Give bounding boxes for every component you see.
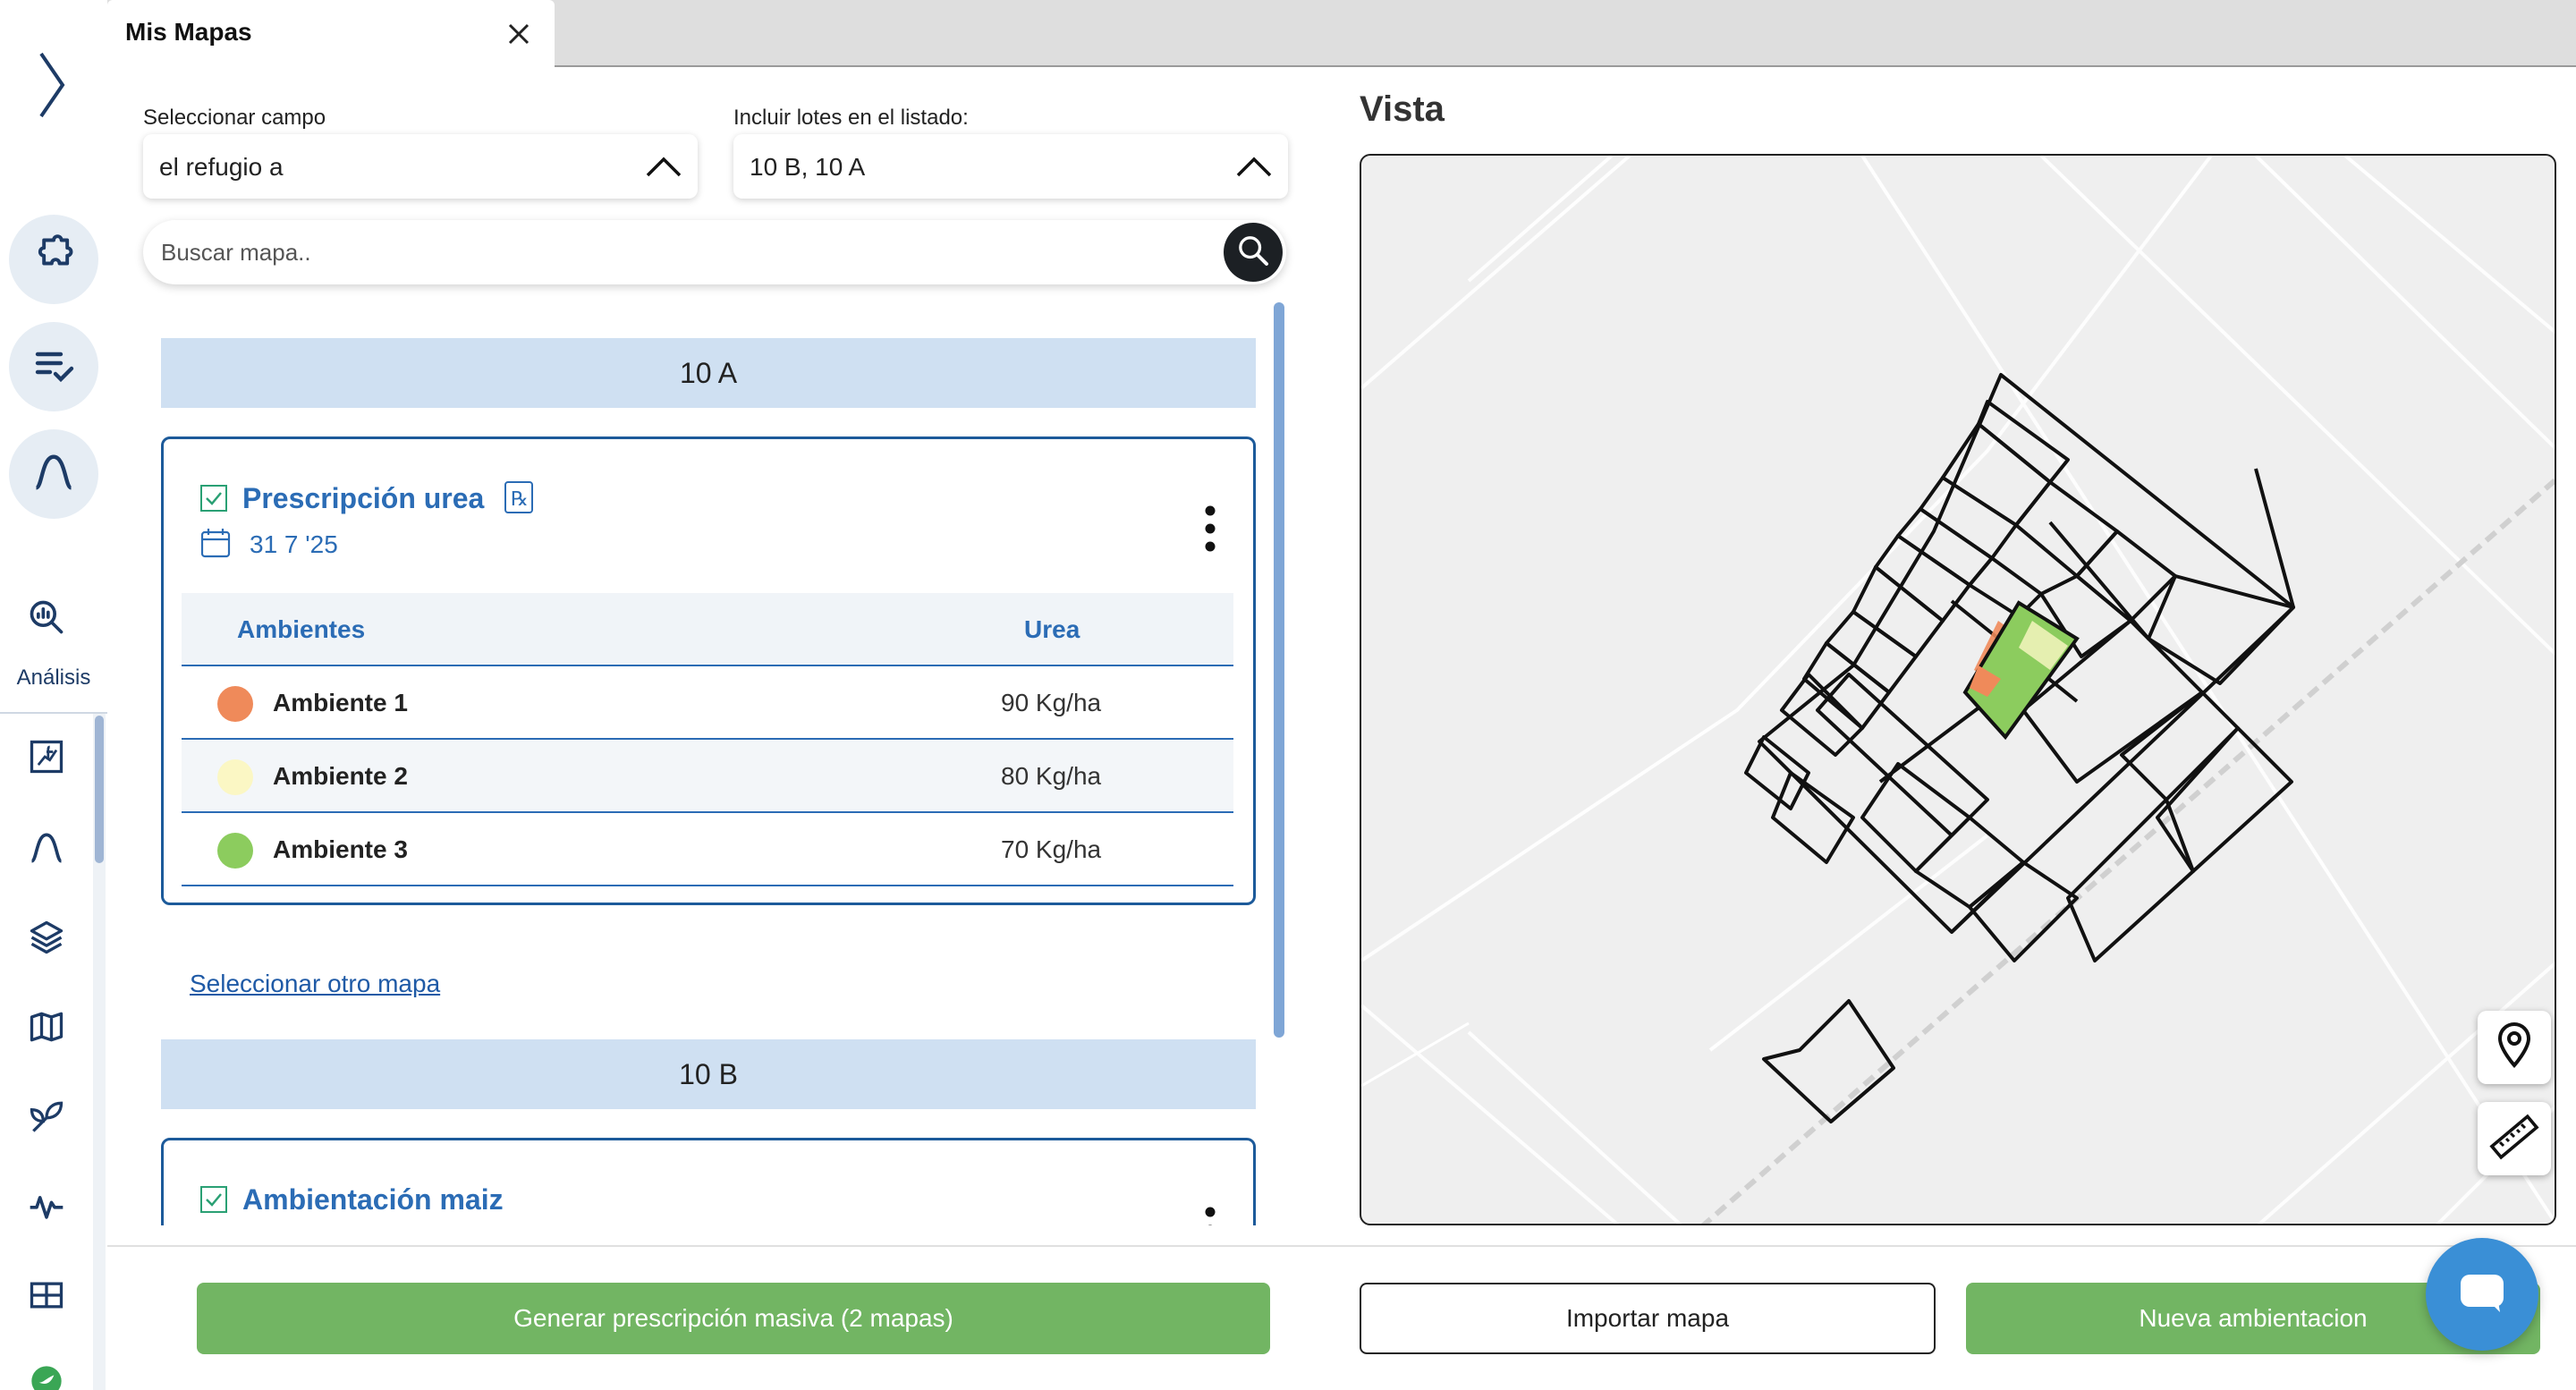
map-card[interactable]: Prescripción urea ℞ 31 7 '25 Ambientes U… — [161, 436, 1256, 905]
lotes-select[interactable]: 10 B, 10 A — [733, 134, 1288, 199]
analysis-icon[interactable] — [25, 596, 68, 639]
checklist-icon — [32, 343, 75, 391]
sidebar: Análisis — [0, 0, 107, 1390]
list-scrollbar-thumb[interactable] — [1274, 302, 1284, 1038]
row-value: 80 Kg/ha — [1001, 762, 1102, 790]
calendar-icon — [199, 527, 232, 559]
group-header-10a: 10 A — [161, 338, 1256, 408]
table-row: Ambiente 1 90 Kg/ha — [182, 666, 1233, 740]
map-card[interactable]: Ambientación maiz — [161, 1138, 1256, 1225]
grid-icon[interactable] — [25, 1274, 68, 1317]
tab-mis-mapas[interactable]: Mis Mapas — [107, 0, 555, 67]
ruler-icon — [2489, 1112, 2539, 1166]
chevron-up-icon — [644, 148, 683, 184]
campo-select[interactable]: el refugio a — [143, 134, 698, 199]
group-header-10b: 10 B — [161, 1039, 1256, 1109]
close-icon[interactable] — [501, 16, 537, 52]
table-header: Ambientes Urea — [182, 593, 1233, 666]
checkbox[interactable] — [199, 484, 228, 513]
chat-button[interactable] — [2426, 1238, 2538, 1351]
curve-icon[interactable] — [25, 826, 68, 869]
search-bar — [143, 220, 1286, 284]
row-name: Ambiente 1 — [273, 689, 408, 716]
chevron-up-icon — [1234, 148, 1274, 184]
chart-fx-icon[interactable] — [25, 735, 68, 778]
sidebar-item-curve[interactable] — [9, 429, 98, 519]
prescription-icon: ℞ — [502, 480, 536, 514]
analysis-label[interactable]: Análisis — [0, 665, 107, 691]
lotes-value: 10 B, 10 A — [750, 153, 866, 181]
more-options-icon[interactable] — [1201, 504, 1219, 554]
svg-text:℞: ℞ — [511, 487, 529, 510]
tab-title: Mis Mapas — [125, 18, 252, 46]
curve-icon — [30, 449, 77, 500]
column-header-ambientes: Ambientes — [237, 615, 366, 643]
puzzle-icon — [30, 233, 77, 285]
row-name: Ambiente 3 — [273, 835, 408, 863]
lotes-label: Incluir lotes en el listado: — [733, 106, 969, 130]
generate-prescription-button[interactable]: Generar prescripción masiva (2 mapas) — [197, 1283, 1270, 1354]
pulse-icon[interactable] — [25, 1184, 68, 1227]
plant-icon[interactable] — [25, 1095, 68, 1138]
map-title[interactable]: Ambientación maiz — [242, 1183, 504, 1216]
column-header-urea: Urea — [1024, 615, 1080, 643]
search-icon — [1235, 233, 1271, 273]
logo-icon[interactable] — [25, 1360, 68, 1390]
map-canvas — [1361, 156, 2555, 1224]
map-icon[interactable] — [25, 1005, 68, 1048]
table-row: Ambiente 3 70 Kg/ha — [182, 813, 1233, 886]
campo-label: Seleccionar campo — [143, 106, 326, 130]
row-value: 90 Kg/ha — [1001, 689, 1102, 716]
measure-button[interactable] — [2478, 1102, 2551, 1175]
map-date: 31 7 '25 — [250, 530, 338, 558]
tab-bar: Mis Mapas — [107, 0, 2576, 67]
campo-value: el refugio a — [159, 153, 284, 181]
location-pin-button[interactable] — [2478, 1011, 2551, 1084]
table-row: Ambiente 2 80 Kg/ha — [182, 740, 1233, 813]
color-swatch — [217, 686, 253, 722]
map-title[interactable]: Prescripción urea — [242, 482, 484, 515]
search-input[interactable] — [161, 233, 1145, 272]
map-list: 10 A Prescripción urea ℞ 31 7 '25 Ambien… — [143, 302, 1297, 1225]
import-map-button[interactable]: Importar mapa — [1360, 1283, 1936, 1354]
color-swatch — [217, 833, 253, 869]
more-options-icon[interactable] — [1201, 1205, 1219, 1225]
sidebar-item-puzzle[interactable] — [9, 215, 98, 304]
sidebar-divider — [0, 712, 107, 714]
sidebar-scrollbar-thumb[interactable] — [95, 716, 104, 863]
color-swatch — [217, 759, 253, 795]
vista-title: Vista — [1360, 89, 1445, 129]
chat-icon — [2459, 1271, 2505, 1318]
location-pin-icon — [2493, 1021, 2536, 1075]
expand-sidebar-chevron-icon[interactable] — [34, 45, 70, 125]
row-value: 70 Kg/ha — [1001, 835, 1102, 863]
layers-icon[interactable] — [25, 916, 68, 959]
map-view[interactable] — [1360, 154, 2556, 1225]
sidebar-item-checklist[interactable] — [9, 322, 98, 411]
row-name: Ambiente 2 — [273, 762, 408, 790]
search-button[interactable] — [1224, 223, 1283, 282]
checkbox[interactable] — [199, 1185, 228, 1214]
select-other-map-link[interactable]: Seleccionar otro mapa — [190, 970, 440, 998]
